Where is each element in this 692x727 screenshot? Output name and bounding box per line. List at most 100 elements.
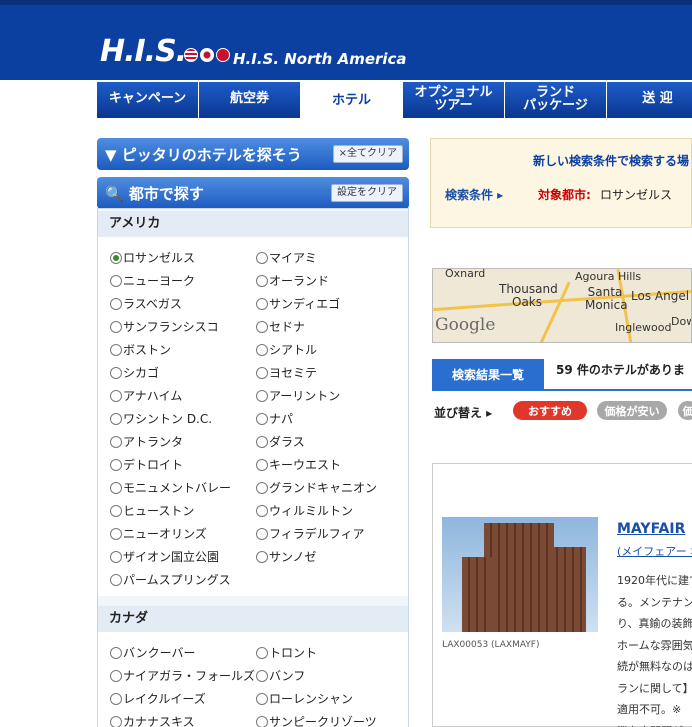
city-label: グランドキャニオン <box>269 481 378 495</box>
city-radio-option[interactable]: サンピークリゾーツ <box>256 713 377 727</box>
map-label: Oxnard <box>445 268 486 280</box>
city-radio-option[interactable]: モニュメントバレー <box>110 479 231 496</box>
city-radio-option[interactable]: ロサンゼルス <box>110 249 195 266</box>
radio-button[interactable] <box>110 458 122 471</box>
city-radio-option[interactable]: ザイオン国立公園 <box>110 548 219 565</box>
sort-recommended-button[interactable]: おすすめ <box>513 401 587 420</box>
city-radio-option[interactable]: サンディエゴ <box>256 295 340 312</box>
radio-button[interactable] <box>256 646 268 659</box>
radio-button[interactable] <box>256 343 268 356</box>
hotel-name-link[interactable]: MAYFAIR <box>617 521 685 537</box>
city-label: ダラス <box>269 435 305 449</box>
city-radio-option[interactable]: ボストン <box>110 341 171 358</box>
radio-button[interactable] <box>256 366 268 379</box>
city-radio-option[interactable]: レイクルイーズ <box>110 690 206 707</box>
tab-hotels[interactable]: ホテル <box>301 82 402 118</box>
radio-button[interactable] <box>110 527 122 540</box>
city-radio-option[interactable]: グランドキャニオン <box>256 479 377 496</box>
city-radio-option[interactable]: バンクーバー <box>110 644 195 661</box>
city-radio-option[interactable]: サンノゼ <box>256 548 316 565</box>
sort-more-button[interactable]: 価 <box>678 401 692 420</box>
city-radio-option[interactable]: カナナスキス <box>110 713 195 727</box>
radio-button[interactable] <box>110 504 122 517</box>
clear-all-button[interactable]: ×全てクリア <box>332 145 403 163</box>
radio-button[interactable] <box>110 481 122 494</box>
new-search-link[interactable]: 新しい検索条件で検索する場 <box>533 152 689 169</box>
radio-button[interactable] <box>110 320 122 333</box>
tab-land-package[interactable]: ランド パッケージ <box>505 82 606 118</box>
city-radio-option[interactable]: オーランド <box>256 272 329 289</box>
city-search-bar[interactable]: 🔍 都市で探す 設定をクリア <box>97 177 409 209</box>
radio-button[interactable] <box>256 715 268 727</box>
radio-button[interactable] <box>256 251 268 264</box>
city-radio-option[interactable]: トロント <box>256 644 317 661</box>
city-radio-option[interactable]: ナパ <box>256 410 293 427</box>
city-radio-option[interactable]: キーウエスト <box>256 456 341 473</box>
tab-optional-tours[interactable]: オプショナル ツアー <box>403 82 504 118</box>
city-radio-option[interactable]: ニューオリンズ <box>110 525 207 542</box>
clear-settings-button[interactable]: 設定をクリア <box>331 184 403 202</box>
city-radio-option[interactable]: バンフ <box>256 667 305 684</box>
city-label: ラスベガス <box>123 297 182 311</box>
city-radio-option[interactable]: ニューヨーク <box>110 272 195 289</box>
city-radio-option[interactable]: ダラス <box>256 433 305 450</box>
results-list-tab[interactable]: 検索結果一覧 <box>432 359 544 389</box>
radio-button[interactable] <box>110 366 122 379</box>
city-radio-option[interactable]: デトロイト <box>110 456 183 473</box>
radio-button[interactable] <box>256 481 268 494</box>
city-radio-option[interactable]: サンフランシスコ <box>110 318 219 335</box>
sort-price-button[interactable]: 価格が安い <box>597 401 667 420</box>
hotel-kana-link[interactable]: (メイフェアー ホ <box>617 543 692 559</box>
city-radio-option[interactable]: ウィルミルトン <box>256 502 353 519</box>
his-logo[interactable]: H.I.S. <box>100 34 187 69</box>
radio-button[interactable] <box>110 389 122 402</box>
city-radio-option[interactable]: セドナ <box>256 318 305 335</box>
radio-button[interactable] <box>256 669 268 682</box>
city-radio-option[interactable]: シカゴ <box>110 364 159 381</box>
radio-button[interactable] <box>256 389 268 402</box>
radio-button[interactable] <box>256 504 268 517</box>
city-radio-option[interactable]: アトランタ <box>110 433 183 450</box>
radio-button[interactable] <box>256 550 268 563</box>
hotel-finder-bar[interactable]: ▼ ピッタリのホテルを探そう ×全てクリア <box>97 138 409 170</box>
radio-button[interactable] <box>110 274 122 287</box>
radio-button[interactable] <box>110 412 122 425</box>
radio-button[interactable] <box>256 320 268 333</box>
city-radio-option[interactable]: ワシントン D.C. <box>110 410 212 427</box>
city-radio-option[interactable]: ナイアガラ・フォールズ <box>110 667 255 684</box>
radio-button[interactable] <box>256 527 268 540</box>
radio-button[interactable] <box>256 458 268 471</box>
radio-button[interactable] <box>256 435 268 448</box>
area-map[interactable]: Oxnard Agoura Hills Thousand Oaks Santa … <box>432 268 692 343</box>
radio-button[interactable] <box>256 412 268 425</box>
radio-button[interactable] <box>256 297 268 310</box>
radio-button[interactable] <box>110 343 122 356</box>
tab-transfer[interactable]: 送 迎 <box>607 82 692 118</box>
tab-flights[interactable]: 航空券 <box>199 82 300 118</box>
city-radio-option[interactable]: ローレンシャン <box>256 690 353 707</box>
radio-button[interactable] <box>110 251 122 264</box>
city-radio-option[interactable]: フィラデルフィア <box>256 525 365 542</box>
city-radio-option[interactable]: アーリントン <box>256 387 340 404</box>
tab-campaign[interactable]: キャンペーン <box>97 82 198 118</box>
city-radio-option[interactable]: ヒューストン <box>110 502 194 519</box>
radio-button[interactable] <box>110 435 122 448</box>
radio-button[interactable] <box>110 297 122 310</box>
radio-button[interactable] <box>110 669 122 682</box>
city-radio-option[interactable]: シアトル <box>256 341 317 358</box>
radio-button[interactable] <box>110 573 122 586</box>
radio-button[interactable] <box>110 646 122 659</box>
city-radio-option[interactable]: ヨセミテ <box>256 364 317 381</box>
city-radio-option[interactable]: マイアミ <box>256 249 317 266</box>
radio-button[interactable] <box>256 692 268 705</box>
google-logo: Google <box>435 315 496 335</box>
radio-button[interactable] <box>110 692 122 705</box>
city-label: ニューオリンズ <box>123 527 207 541</box>
radio-button[interactable] <box>110 550 122 563</box>
hotel-photo[interactable] <box>442 517 598 632</box>
city-radio-option[interactable]: アナハイム <box>110 387 182 404</box>
city-radio-option[interactable]: ラスベガス <box>110 295 182 312</box>
radio-button[interactable] <box>256 274 268 287</box>
radio-button[interactable] <box>110 715 122 727</box>
city-radio-option[interactable]: パームスプリングス <box>110 571 231 588</box>
